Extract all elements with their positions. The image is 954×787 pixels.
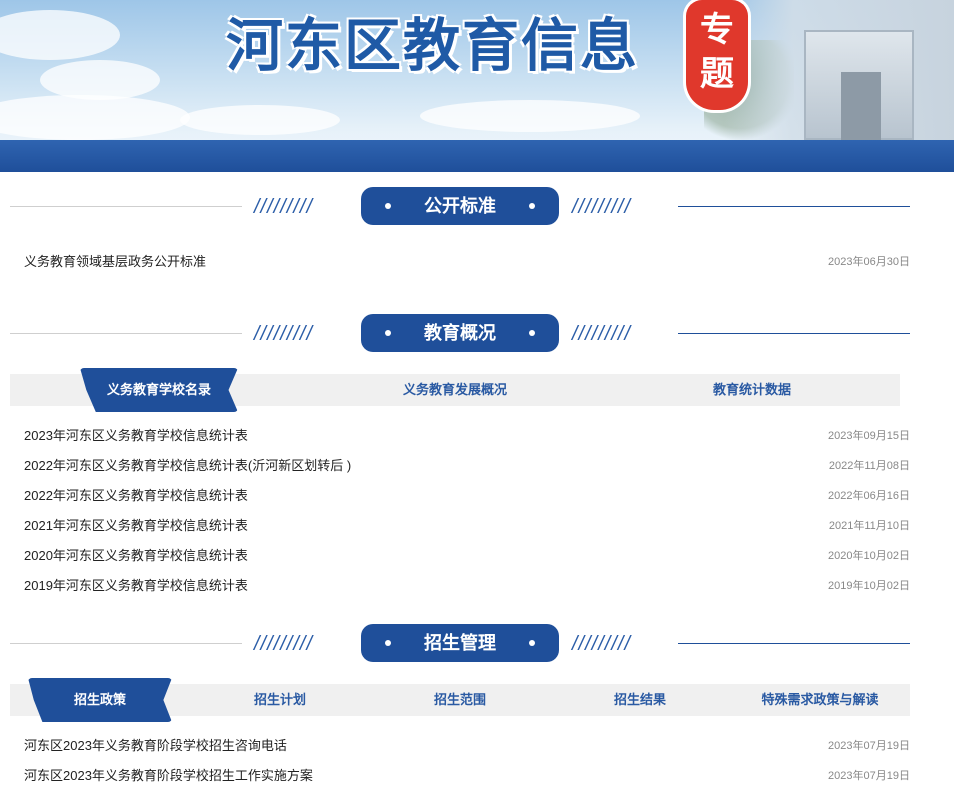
overview-tab-bar: 义务教育学校名录 义务教育发展概况 教育统计数据 [10, 368, 900, 412]
list-item-date: 2023年07月19日 [828, 770, 910, 782]
list-item-date: 2019年10月02日 [828, 580, 910, 592]
divider-line [10, 333, 242, 334]
tab-enrollment-scope[interactable]: 招生范围 [410, 684, 510, 716]
section-header-overview: ///////// 教育概况 ///////// [10, 314, 910, 354]
dot-icon [385, 640, 391, 646]
slash-decoration: ///////// [572, 323, 632, 345]
gate-image [804, 30, 914, 142]
divider-line [678, 333, 910, 334]
list-item-date: 2023年06月30日 [828, 256, 910, 268]
banner-title: 河东区教育信息 [226, 13, 639, 79]
section-title-pill: 教育概况 [361, 314, 559, 352]
list-item-link[interactable]: 河东区2023年义务教育阶段学校招生工作实施方案 [24, 766, 313, 786]
list-item-link[interactable]: 2019年河东区义务教育学校信息统计表 [24, 576, 248, 596]
list-item-link[interactable]: 义务教育领域基层政务公开标准 [24, 252, 206, 272]
list-item-date: 2020年10月02日 [828, 550, 910, 562]
list-item: 2019年河东区义务教育学校信息统计表 2019年10月02日 [24, 576, 910, 596]
cloud-decoration [0, 95, 190, 140]
list-item-link[interactable]: 2023年河东区义务教育学校信息统计表 [24, 426, 248, 446]
seal-char-2: 题 [700, 54, 734, 94]
list-item: 河东区2023年义务教育阶段学校招生工作实施方案 2023年07月19日 [24, 766, 910, 786]
list-item-date: 2022年06月16日 [828, 490, 910, 502]
dot-icon [385, 330, 391, 336]
section-title-pill: 公开标准 [361, 187, 559, 225]
dot-icon [529, 640, 535, 646]
slash-decoration: ///////// [254, 633, 314, 655]
section-header-open-standard: ///////// 公开标准 ///////// [10, 187, 910, 227]
cloud-decoration [0, 10, 120, 60]
slash-decoration: ///////// [254, 323, 314, 345]
list-item: 2022年河东区义务教育学校信息统计表 2022年06月16日 [24, 486, 910, 506]
list-item-link[interactable]: 河东区2023年义务教育阶段学校招生咨询电话 [24, 736, 287, 756]
list-item-date: 2023年09月15日 [828, 430, 910, 442]
list-item: 河东区2023年义务教育阶段学校招生咨询电话 2023年07月19日 [24, 736, 910, 756]
tab-school-directory[interactable]: 义务教育学校名录 [80, 368, 238, 412]
section-header-enrollment: ///////// 招生管理 ///////// [10, 624, 910, 664]
list-item: 2023年河东区义务教育学校信息统计表 2023年09月15日 [24, 426, 910, 446]
slash-decoration: ///////// [254, 196, 314, 218]
list-item-date: 2023年07月19日 [828, 740, 910, 752]
section-title: 教育概况 [424, 323, 496, 343]
slash-decoration: ///////// [572, 196, 632, 218]
tab-enrollment-results[interactable]: 招生结果 [590, 684, 690, 716]
banner-blue-band [0, 140, 954, 172]
tab-special-needs-policy[interactable]: 特殊需求政策与解读 [750, 684, 890, 716]
divider-line [678, 643, 910, 644]
tab-enrollment-policy[interactable]: 招生政策 [28, 678, 172, 722]
section-title: 招生管理 [424, 633, 496, 653]
tab-enrollment-plan[interactable]: 招生计划 [230, 684, 330, 716]
tab-development-overview[interactable]: 义务教育发展概况 [380, 374, 530, 406]
divider-line [678, 206, 910, 207]
dot-icon [529, 203, 535, 209]
slash-decoration: ///////// [572, 633, 632, 655]
cloud-decoration [420, 100, 640, 132]
tab-statistics[interactable]: 教育统计数据 [680, 374, 824, 406]
header-banner: 河东区教育信息 专 题 [0, 0, 954, 172]
list-item-link[interactable]: 2021年河东区义务教育学校信息统计表 [24, 516, 248, 536]
list-item-date: 2022年11月08日 [828, 460, 910, 472]
list-item-link[interactable]: 2020年河东区义务教育学校信息统计表 [24, 546, 248, 566]
section-title: 公开标准 [424, 196, 496, 216]
list-item: 2021年河东区义务教育学校信息统计表 2021年11月10日 [24, 516, 910, 536]
cloud-decoration [40, 60, 160, 100]
list-item: 义务教育领域基层政务公开标准 2023年06月30日 [24, 252, 910, 272]
divider-line [10, 206, 242, 207]
section-title-pill: 招生管理 [361, 624, 559, 662]
list-item-link[interactable]: 2022年河东区义务教育学校信息统计表(沂河新区划转后 ) [24, 456, 351, 476]
list-item: 2020年河东区义务教育学校信息统计表 2020年10月02日 [24, 546, 910, 566]
seal-char-1: 专 [700, 10, 734, 50]
list-item-link[interactable]: 2022年河东区义务教育学校信息统计表 [24, 486, 248, 506]
list-item-date: 2021年11月10日 [828, 520, 910, 532]
topic-seal: 专 题 [686, 0, 748, 110]
list-item: 2022年河东区义务教育学校信息统计表(沂河新区划转后 ) 2022年11月08… [24, 456, 910, 476]
enrollment-tab-bar: 招生政策 招生计划 招生范围 招生结果 特殊需求政策与解读 [10, 678, 910, 722]
divider-line [10, 643, 242, 644]
dot-icon [385, 203, 391, 209]
cloud-decoration [180, 105, 340, 135]
dot-icon [529, 330, 535, 336]
